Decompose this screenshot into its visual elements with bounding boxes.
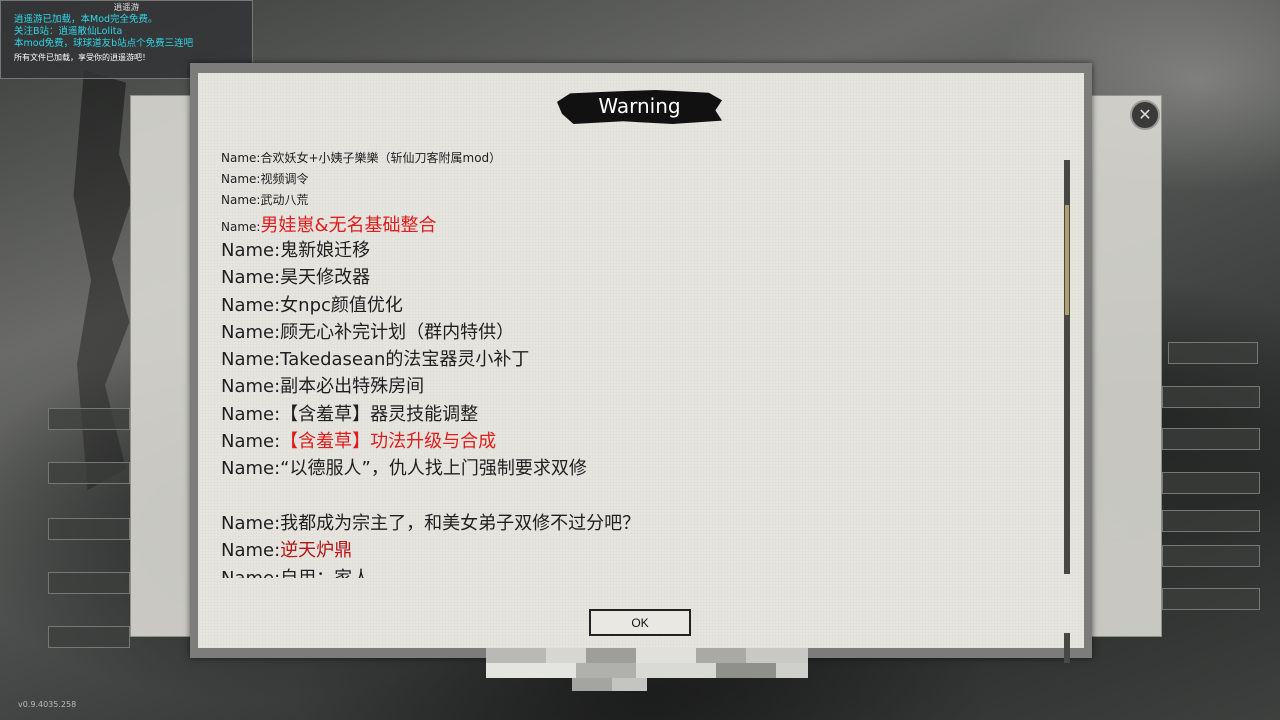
background-menu-button	[1162, 588, 1260, 610]
censored-pixel-block	[486, 648, 808, 691]
scrollbar-track-lower	[1064, 633, 1070, 663]
mod-entry: Name:Takedasean的法宝器灵小补丁	[221, 346, 1051, 373]
mod-entry-prefix: Name:	[221, 431, 281, 453]
mod-entry-prefix: Name:	[221, 458, 281, 480]
background-menu-button	[48, 518, 130, 540]
mod-entry: Name:“以德服人”，仇人找上门强制要求双修	[221, 455, 1051, 482]
mod-entry: Name:视频调令	[221, 169, 1051, 190]
mod-entry-prefix: Name:	[221, 349, 281, 371]
notice-line: 关注B站：逍遥散仙Lolita	[14, 26, 123, 37]
mod-entry: Name:【含羞草】器灵技能调整	[221, 401, 1051, 428]
mod-entry: Name:逆天炉鼎	[221, 537, 1051, 564]
background-footer-text	[265, 703, 1065, 713]
mod-entry	[221, 483, 1051, 510]
mod-entry: Name:我都成为宗主了，和美女弟子双修不过分吧？	[221, 510, 1051, 537]
background-menu-button	[1162, 386, 1260, 408]
mod-entry-name: 【含羞草】功法升级与合成	[280, 431, 497, 453]
mod-entry: Name:鬼新娘迁移	[221, 237, 1051, 264]
mod-entry-name: 女npc颜值优化	[280, 294, 403, 316]
mod-entry: Name:自用：家人	[221, 565, 1051, 578]
mod-entry-name: 鬼新娘迁移	[280, 240, 371, 261]
mod-entry-prefix: Name:	[221, 568, 280, 578]
mod-entry-name: 视频调令	[260, 172, 309, 186]
mod-entry-name: “以德服人”，仇人找上门强制要求双修	[280, 458, 587, 480]
version-label: v0.9.4035.258	[18, 700, 77, 709]
mod-entry-name: 武动八荒	[260, 193, 309, 207]
background-menu-button	[1162, 472, 1260, 494]
mod-entry: Name:合欢妖女+小姨子樂樂（斩仙刀客附属mod）	[221, 148, 1051, 169]
background-menu-button	[48, 572, 130, 594]
background-menu-button	[48, 408, 130, 430]
mod-entry: Name:顾无心补完计划（群内特供）	[221, 319, 1051, 346]
mod-entry-prefix: Name:	[221, 220, 261, 234]
mod-list[interactable]: Name:合欢妖女+小姨子樂樂（斩仙刀客附属mod） Name:视频调令 Name:…	[221, 148, 1051, 578]
notice-line: 逍遥游已加载，本Mod完全免费。	[14, 14, 158, 25]
mod-entry-name: Takedasean的法宝器灵小补丁	[280, 349, 530, 371]
mod-entry-name: 合欢妖女+小姨子樂樂（斩仙刀客附属mod）	[260, 151, 502, 165]
mod-entry-prefix: Name:	[221, 172, 261, 186]
mod-entry-name: 顾无心补完计划（群内特供）	[280, 321, 515, 343]
background-menu-panel-right	[1090, 95, 1162, 637]
background-menu-button	[1162, 428, 1260, 450]
dialog-title: Warning	[598, 94, 681, 118]
mod-entry-name: 男娃崽&无名基础整合	[260, 215, 437, 236]
mod-entry-prefix: Name:	[221, 512, 281, 534]
notice-line: 本mod免费，球球道友b站点个免费三连吧	[14, 38, 194, 49]
background-menu-button	[48, 462, 130, 484]
background-menu-button	[1168, 342, 1258, 364]
mod-entry-prefix: Name:	[221, 151, 261, 165]
mod-entry-name: 副本必出特殊房间	[280, 376, 425, 398]
background-menu-button	[1162, 545, 1260, 567]
mod-entry: Name:昊天修改器	[221, 264, 1051, 291]
close-icon: ✕	[1130, 100, 1160, 130]
mod-entry-prefix: Name:	[221, 321, 281, 343]
mod-entry-name: 【含羞草】器灵技能调整	[280, 403, 479, 425]
mod-entry-name: 自用：家人	[280, 568, 370, 578]
mod-entry-name: 昊天修改器	[280, 267, 371, 289]
mod-entry-prefix: Name:	[221, 240, 281, 261]
ok-button[interactable]: OK	[589, 609, 691, 636]
mod-entry: Name:男娃崽&无名基础整合	[221, 211, 1051, 237]
mod-entry-name: 我都成为宗主了，和美女弟子双修不过分吧？	[280, 512, 641, 534]
mod-entry-prefix: Name:	[221, 376, 281, 398]
mod-entry-name: 逆天炉鼎	[280, 540, 353, 562]
mod-entry-prefix: Name:	[221, 294, 281, 316]
mod-entry-prefix: Name:	[221, 193, 261, 207]
mod-entry: Name:副本必出特殊房间	[221, 373, 1051, 400]
background-menu-button	[1162, 510, 1260, 532]
mod-entry-prefix: Name:	[221, 403, 281, 425]
mod-entry: Name:女npc颜值优化	[221, 292, 1051, 319]
notice-title: 逍遥游	[113, 3, 140, 13]
mod-entry-prefix: Name:	[221, 540, 281, 562]
mod-entry: Name:武动八荒	[221, 190, 1051, 211]
background-menu-button	[48, 626, 130, 648]
mod-entry-prefix: Name:	[221, 267, 281, 289]
scrollbar-thumb[interactable]	[1065, 205, 1069, 315]
mod-entry: Name:【含羞草】功法升级与合成	[221, 428, 1051, 455]
